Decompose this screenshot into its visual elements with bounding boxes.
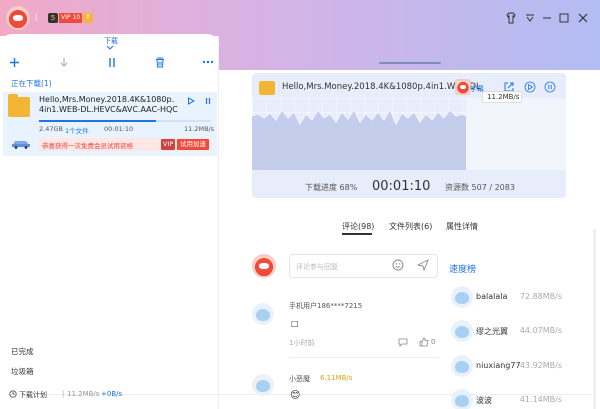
vip-number: 5 bbox=[48, 13, 58, 23]
commenter-avatar-2 bbox=[252, 374, 274, 396]
rank-avatar-2 bbox=[451, 320, 473, 342]
speed-ranking-title: 速度榜 bbox=[449, 265, 477, 275]
card-pause-icon[interactable] bbox=[544, 81, 556, 93]
minimize-icon[interactable] bbox=[541, 12, 553, 24]
vip-tag: VIP bbox=[161, 139, 176, 150]
car-icon bbox=[12, 141, 30, 149]
rank-speed-1: 72.88MB/s bbox=[519, 292, 562, 301]
add-task-icon[interactable] bbox=[9, 57, 20, 68]
commenter-avatar bbox=[252, 303, 274, 325]
vip-level: VIP 10 bbox=[59, 13, 83, 23]
comment-placeholder: 评论参与回复 bbox=[296, 263, 338, 271]
task-time: 00:01:10 bbox=[104, 125, 134, 133]
reply-icon[interactable] bbox=[398, 337, 408, 347]
close-icon[interactable] bbox=[577, 12, 589, 24]
rank-name-1[interactable]: balalala bbox=[476, 292, 507, 301]
emoji-icon[interactable] bbox=[392, 259, 404, 271]
progress-text: 下载进度 68% bbox=[305, 183, 358, 192]
dropdown-menu-icon[interactable] bbox=[524, 12, 536, 24]
task-speed: 11.2MB/s bbox=[184, 125, 215, 133]
rank-avatar-1 bbox=[451, 286, 473, 308]
play-icon[interactable] bbox=[187, 97, 195, 105]
card-handle bbox=[379, 62, 441, 64]
clock-icon bbox=[9, 390, 17, 398]
comment-divider bbox=[289, 357, 438, 358]
comment-user[interactable]: 手机用户186****7215 bbox=[289, 301, 362, 311]
downloading-header: 正在下载(1) bbox=[11, 79, 52, 88]
speed-chart bbox=[252, 108, 466, 170]
download-arrow-icon[interactable] bbox=[59, 57, 69, 68]
tab-files[interactable]: 文件列表(6) bbox=[389, 221, 432, 232]
rank-speed-3: 43.92MB/s bbox=[519, 361, 562, 370]
rank-name-4[interactable]: 波波 bbox=[476, 395, 492, 406]
download-plan[interactable]: 下载计划 bbox=[19, 390, 47, 400]
footer-speed: 11.2MB/s bbox=[67, 390, 100, 398]
task-progress-fill bbox=[39, 120, 156, 122]
comment-speed-2: 6.11MB/s bbox=[320, 374, 353, 382]
trial-badge: T bbox=[83, 13, 93, 23]
comment-emoji: 😊 bbox=[290, 390, 301, 401]
rank-avatar-4 bbox=[451, 389, 473, 409]
footer-upload: +0B/s bbox=[101, 390, 123, 398]
rank-name-3[interactable]: niuxiang77 bbox=[476, 361, 521, 370]
pause-icon[interactable] bbox=[204, 97, 212, 105]
chart-remaining bbox=[466, 98, 566, 170]
trash-category[interactable]: 垃圾箱 bbox=[11, 366, 34, 377]
my-avatar bbox=[252, 254, 276, 278]
like-count: 0 bbox=[431, 338, 436, 346]
user-name-icon: | bbox=[35, 13, 38, 21]
chevron-down-icon bbox=[106, 45, 114, 50]
send-icon[interactable] bbox=[417, 259, 429, 271]
completed-category[interactable]: 已完成 bbox=[11, 346, 34, 357]
task-size: 2.47GB bbox=[39, 125, 63, 133]
rank-name-2[interactable]: 缪之光翼 bbox=[476, 326, 508, 337]
delete-icon[interactable] bbox=[155, 57, 165, 68]
detail-folder-icon bbox=[259, 81, 275, 95]
download-window: | 5 VIP 10 T 下载 正在下载(1) Hello,Mrs.Money.… bbox=[0, 0, 600, 409]
rank-speed-2: 44.07MB/s bbox=[519, 326, 562, 335]
footer-divider-mark: | bbox=[62, 390, 65, 398]
uploader-avatar[interactable] bbox=[455, 79, 471, 95]
comment-text: □ bbox=[291, 319, 299, 328]
more-icon[interactable] bbox=[202, 60, 214, 64]
task-name: Hello,Mrs.Money.2018.4K&1080p.4in1.WEB-D… bbox=[39, 95, 178, 114]
rank-speed-4: 41.14MB/s bbox=[519, 395, 562, 404]
speed-tooltip-text: 11.2MB/s bbox=[487, 93, 520, 101]
elapsed-time: 00:01:10 bbox=[372, 179, 431, 194]
rank-avatar-3 bbox=[451, 355, 473, 377]
comment-user-2[interactable]: 小恶魔 bbox=[289, 374, 310, 384]
tab-attributes[interactable]: 属性详情 bbox=[446, 221, 478, 232]
task-progress-track bbox=[39, 120, 211, 122]
maximize-icon[interactable] bbox=[558, 12, 570, 24]
comment-time: 1小时前 bbox=[289, 339, 315, 347]
folder-icon bbox=[8, 94, 30, 117]
tab-underline bbox=[342, 233, 372, 235]
card-play-icon[interactable] bbox=[524, 81, 536, 93]
pause-all-icon[interactable] bbox=[107, 57, 117, 68]
detail-title: Hello,Mrs.Money.2018.4K&1080p.4in1.WEB-D… bbox=[282, 82, 481, 92]
promo-text: 恭喜获得一次免费会员试用资格 bbox=[42, 142, 133, 150]
like-icon[interactable] bbox=[419, 337, 429, 347]
skin-icon[interactable] bbox=[505, 12, 517, 24]
user-avatar[interactable] bbox=[6, 6, 30, 30]
trial-accelerate-button[interactable]: 试用加速 bbox=[177, 139, 209, 150]
resource-count: 资源数 507 / 2083 bbox=[445, 183, 515, 192]
scrollbar[interactable] bbox=[593, 229, 596, 409]
tab-comments[interactable]: 评论(98) bbox=[342, 221, 374, 232]
task-file-count[interactable]: 1个文件 bbox=[65, 125, 89, 135]
